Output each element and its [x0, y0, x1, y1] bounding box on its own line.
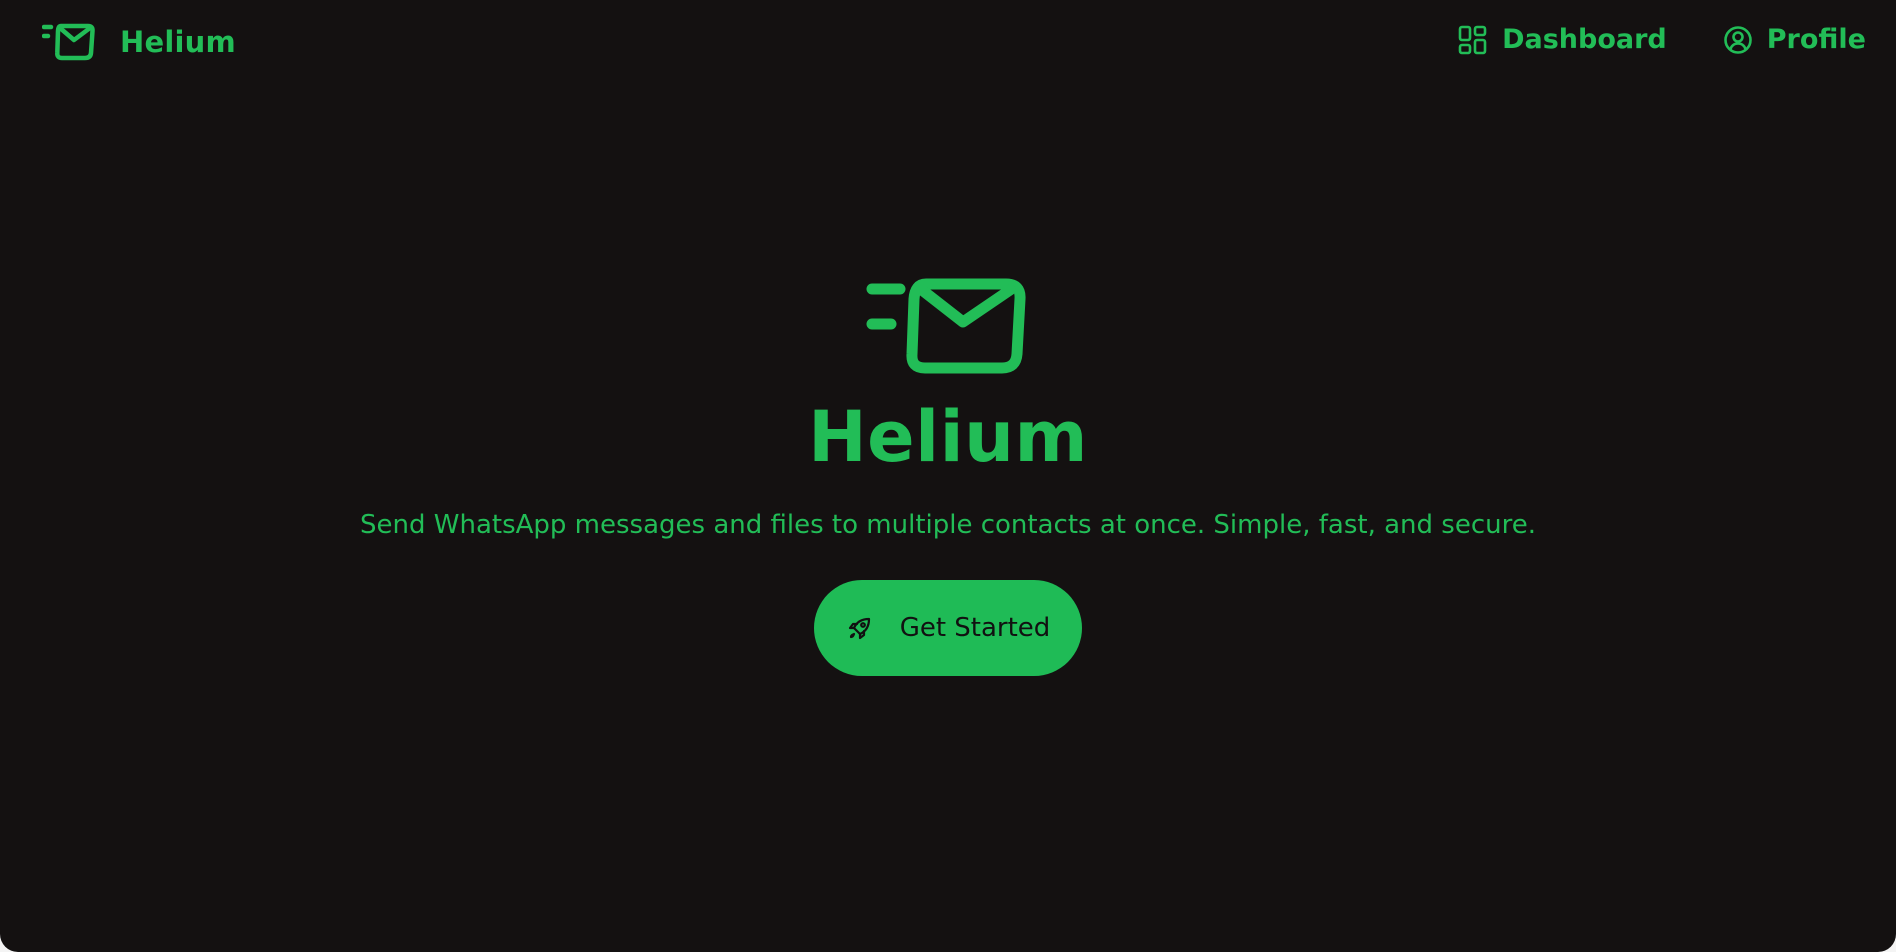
brand-home-link[interactable]: Helium: [42, 22, 236, 62]
navbar: Helium Dashboard Profile: [0, 0, 1896, 90]
hero-section: Helium Send WhatsApp messages and files …: [0, 270, 1896, 676]
app-window: Helium Dashboard Profile Helium Send Wha…: [0, 0, 1896, 952]
user-circle-icon: [1723, 25, 1753, 55]
nav-link-dashboard-label: Dashboard: [1502, 24, 1667, 55]
dashboard-grid-icon: [1458, 25, 1488, 55]
nav-link-profile[interactable]: Profile: [1723, 24, 1866, 55]
get-started-label: Get Started: [899, 613, 1051, 643]
nav-link-dashboard[interactable]: Dashboard: [1458, 24, 1667, 55]
get-started-button[interactable]: Get Started: [814, 580, 1082, 676]
nav-link-profile-label: Profile: [1766, 24, 1866, 55]
hero-title: Helium: [808, 396, 1088, 478]
fast-mail-icon: [864, 270, 1032, 380]
brand-name: Helium: [120, 25, 236, 59]
rocket-icon: [846, 614, 874, 642]
nav-links: Dashboard Profile: [1458, 24, 1866, 55]
hero-subtitle: Send WhatsApp messages and files to mult…: [360, 510, 1536, 540]
fast-mail-icon: [42, 22, 104, 62]
